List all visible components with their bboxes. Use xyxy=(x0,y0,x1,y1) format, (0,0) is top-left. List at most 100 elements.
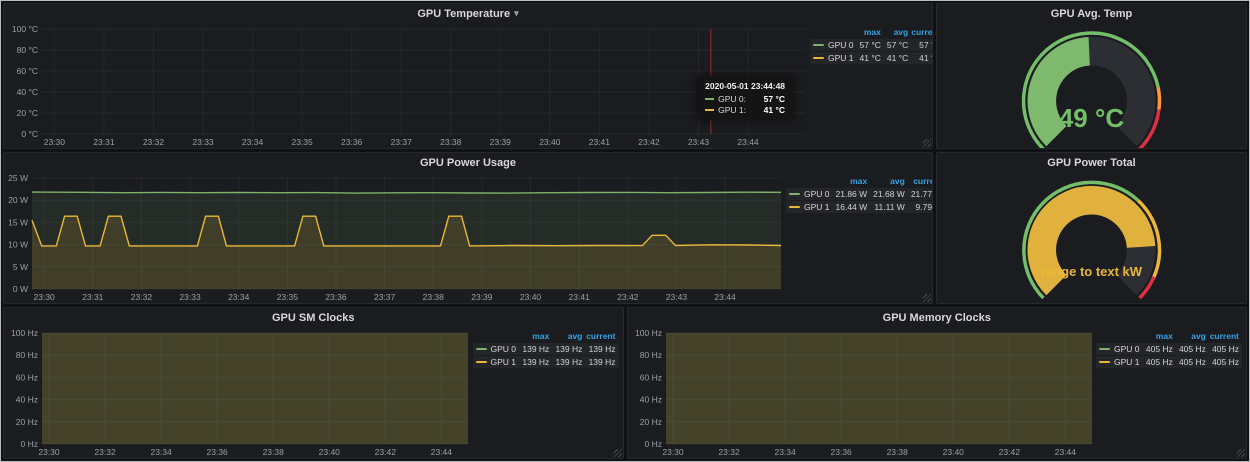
legend-series-name[interactable]: GPU 0 xyxy=(1099,344,1140,354)
svg-text:23:34: 23:34 xyxy=(228,292,250,302)
panel-resize-handle[interactable] xyxy=(923,139,931,147)
legend-col-header[interactable]: current xyxy=(911,27,932,38)
tooltip-series-label: GPU 1: xyxy=(718,105,746,115)
legend-row: GPU 1405 Hz405 Hz405 Hz xyxy=(1096,356,1242,368)
svg-text:40 Hz: 40 Hz xyxy=(16,395,38,405)
legend-stat-value: 139 Hz xyxy=(585,343,618,355)
svg-text:23:33: 23:33 xyxy=(179,292,201,302)
legend-series-name[interactable]: GPU 1 xyxy=(789,202,830,212)
legend-col-header[interactable]: max xyxy=(857,27,884,38)
legend-series-name[interactable]: GPU 0 xyxy=(476,344,517,354)
legend-col-header[interactable]: current xyxy=(585,331,618,342)
legend-col-header[interactable]: avg xyxy=(552,331,585,342)
legend-col-header[interactable]: max xyxy=(833,176,871,187)
svg-text:40 Hz: 40 Hz xyxy=(639,395,661,405)
svg-text:23:37: 23:37 xyxy=(391,137,413,147)
svg-text:23:30: 23:30 xyxy=(662,447,684,457)
panel-title-gpu-temperature[interactable]: GPU Temperature ▾ xyxy=(4,4,932,23)
legend-series-name[interactable]: GPU 1 xyxy=(813,53,854,63)
legend-col-header[interactable]: current xyxy=(1209,331,1242,342)
svg-text:23:37: 23:37 xyxy=(374,292,396,302)
svg-text:23:40: 23:40 xyxy=(319,447,341,457)
svg-text:20 Hz: 20 Hz xyxy=(16,417,38,427)
legend-stat-value: 139 Hz xyxy=(519,343,552,355)
series-color-dash-icon xyxy=(1099,348,1110,350)
svg-text:0 Hz: 0 Hz xyxy=(644,439,661,449)
svg-text:23:44: 23:44 xyxy=(431,447,453,457)
svg-text:23:34: 23:34 xyxy=(242,137,264,147)
panel-title-gpu-avg-temp[interactable]: GPU Avg. Temp xyxy=(937,4,1246,23)
panel-title-gpu-sm-clocks[interactable]: GPU SM Clocks xyxy=(4,308,623,327)
svg-text:0 °C: 0 °C xyxy=(21,129,38,139)
svg-text:23:36: 23:36 xyxy=(341,137,363,147)
svg-text:23:30: 23:30 xyxy=(44,137,66,147)
legend-stat-value: 21.77 W xyxy=(908,188,932,200)
svg-text:23:35: 23:35 xyxy=(291,137,313,147)
legend-series-name[interactable]: GPU 0 xyxy=(813,40,854,50)
series-color-dash-icon xyxy=(705,98,714,100)
panel-title-text: GPU Avg. Temp xyxy=(1051,8,1133,20)
panel-resize-handle[interactable] xyxy=(1237,449,1245,457)
gpu-avg-temp-gauge: 49 °C xyxy=(937,23,1246,148)
svg-text:23:32: 23:32 xyxy=(143,137,165,147)
panel-title-text: GPU Memory Clocks xyxy=(883,312,991,324)
gpu-sm-clocks-chart[interactable]: 0 Hz20 Hz40 Hz60 Hz80 Hz100 Hz23:3023:32… xyxy=(4,327,473,458)
svg-text:20 °C: 20 °C xyxy=(17,108,38,118)
tooltip-series-value: 41 °C xyxy=(754,105,785,115)
svg-text:23:40: 23:40 xyxy=(520,292,542,302)
panel-title-gpu-power-usage[interactable]: GPU Power Usage xyxy=(4,153,932,172)
gpu-memory-clocks-chart[interactable]: 0 Hz20 Hz40 Hz60 Hz80 Hz100 Hz23:3023:32… xyxy=(628,327,1097,458)
svg-text:23:43: 23:43 xyxy=(688,137,710,147)
dashboard-row-1: GPU Temperature ▾ 2020-05-01 23:44:48 GP… xyxy=(3,3,1247,149)
legend-col-header[interactable]: max xyxy=(1143,331,1176,342)
legend-gpu-memory-clocks: maxavgcurrentGPU 0405 Hz405 Hz405 HzGPU … xyxy=(1096,327,1246,458)
svg-text:80 Hz: 80 Hz xyxy=(639,350,661,360)
legend-stat-value: 405 Hz xyxy=(1209,343,1242,355)
svg-text:100 Hz: 100 Hz xyxy=(635,328,662,338)
panel-title-text: GPU SM Clocks xyxy=(272,312,355,324)
svg-text:23:32: 23:32 xyxy=(718,447,740,457)
legend-col-header[interactable]: current xyxy=(908,176,932,187)
svg-text:23:44: 23:44 xyxy=(714,292,736,302)
gpu-power-usage-chart[interactable]: 0 W5 W10 W15 W20 W25 W23:3023:3123:3223:… xyxy=(4,172,786,303)
gpu-temperature-chart[interactable]: 2020-05-01 23:44:48 GPU 0: 57 °C GPU 1: … xyxy=(4,23,810,148)
legend-stat-value: 405 Hz xyxy=(1143,356,1176,368)
legend-col-header[interactable]: avg xyxy=(870,176,908,187)
chart-tooltip: 2020-05-01 23:44:48 GPU 0: 57 °C GPU 1: … xyxy=(697,76,793,120)
svg-text:10 W: 10 W xyxy=(8,240,28,250)
panel-gpu-avg-temp: GPU Avg. Temp 49 °C xyxy=(936,3,1247,149)
legend-col-header[interactable]: avg xyxy=(884,27,911,38)
legend-series-name[interactable]: GPU 1 xyxy=(1099,357,1140,367)
svg-text:23:41: 23:41 xyxy=(589,137,611,147)
legend-series-name[interactable]: GPU 1 xyxy=(476,357,517,367)
svg-text:23:40: 23:40 xyxy=(942,447,964,457)
legend-stat-value: 57 °C xyxy=(884,39,911,51)
svg-text:23:42: 23:42 xyxy=(638,137,660,147)
legend-col-header[interactable]: max xyxy=(519,331,552,342)
panel-resize-handle[interactable] xyxy=(614,449,622,457)
legend-col-header[interactable]: avg xyxy=(1176,331,1209,342)
panel-resize-handle[interactable] xyxy=(923,294,931,302)
legend-stat-value: 405 Hz xyxy=(1176,356,1209,368)
series-color-dash-icon xyxy=(813,57,824,59)
svg-text:23:33: 23:33 xyxy=(192,137,214,147)
svg-text:23:36: 23:36 xyxy=(207,447,229,457)
tooltip-row: GPU 0: 57 °C xyxy=(705,94,785,104)
svg-text:23:31: 23:31 xyxy=(82,292,104,302)
panel-title-text: GPU Temperature xyxy=(417,8,510,20)
legend-stat-value: 139 Hz xyxy=(585,356,618,368)
legend-stat-value: 57 °C xyxy=(857,39,884,51)
panel-title-gpu-memory-clocks[interactable]: GPU Memory Clocks xyxy=(628,308,1247,327)
tooltip-row: GPU 1: 41 °C xyxy=(705,105,785,115)
legend-row: GPU 0139 Hz139 Hz139 Hz xyxy=(473,343,619,355)
legend-table: maxavgcurrentGPU 0139 Hz139 Hz139 HzGPU … xyxy=(473,330,619,369)
panel-title-gpu-power-total[interactable]: GPU Power Total xyxy=(937,153,1246,172)
svg-text:20 Hz: 20 Hz xyxy=(639,417,661,427)
panel-title-text: GPU Power Total xyxy=(1047,157,1135,169)
legend-series-name[interactable]: GPU 0 xyxy=(789,189,830,199)
svg-text:23:30: 23:30 xyxy=(38,447,60,457)
gauge-value-text: 49 °C xyxy=(1059,103,1125,133)
svg-text:23:44: 23:44 xyxy=(737,137,759,147)
svg-text:23:35: 23:35 xyxy=(277,292,299,302)
legend-stat-value: 9.79 W xyxy=(908,201,932,213)
